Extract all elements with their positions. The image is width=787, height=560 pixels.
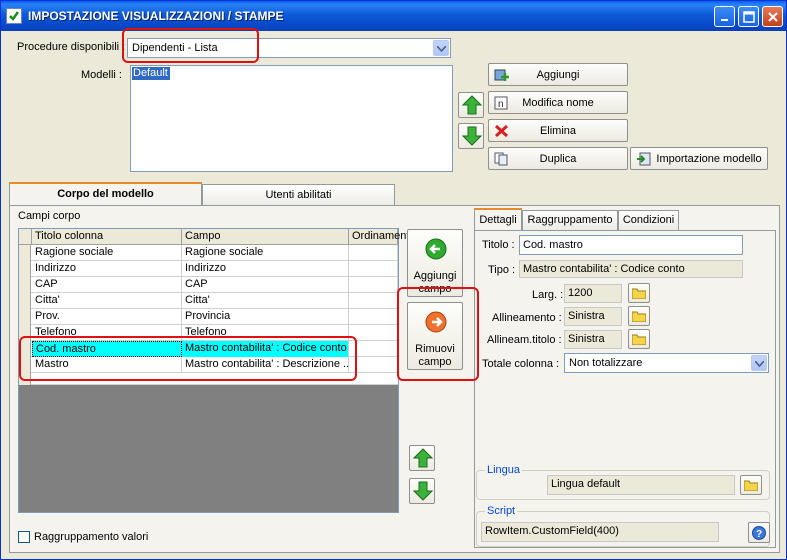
tab-corpo-modello[interactable]: Corpo del modello bbox=[9, 182, 202, 206]
column-header[interactable]: Campo bbox=[182, 229, 349, 245]
larg-button[interactable] bbox=[628, 283, 650, 303]
raggruppamento-label: Raggruppamento valori bbox=[34, 531, 149, 543]
svg-text:?: ? bbox=[756, 529, 762, 540]
arrow-down-icon bbox=[462, 126, 482, 146]
duplica-button[interactable]: Duplica bbox=[488, 147, 628, 170]
table-row[interactable]: Prov. Provincia bbox=[19, 309, 398, 325]
elimina-button[interactable]: Elimina bbox=[488, 119, 628, 142]
lingua-button[interactable] bbox=[740, 475, 762, 495]
table-row[interactable]: Indirizzo Indirizzo bbox=[19, 261, 398, 277]
field-down-button[interactable] bbox=[409, 478, 435, 504]
rimuovi-campo-button[interactable]: Rimuovi campo bbox=[407, 302, 463, 370]
minimize-button[interactable] bbox=[714, 6, 735, 27]
folder-icon bbox=[632, 311, 646, 322]
table-row-empty[interactable] bbox=[19, 373, 398, 385]
tab-dettagli[interactable]: Dettagli bbox=[474, 208, 522, 232]
arrow-left-icon bbox=[425, 238, 447, 260]
procedure-label: Procedure disponibili : bbox=[17, 41, 126, 53]
folder-icon bbox=[744, 480, 758, 491]
checkbox-icon bbox=[6, 8, 22, 24]
allineam-titolo-field: Sinistra bbox=[564, 330, 622, 349]
lingua-title: Lingua bbox=[485, 464, 523, 476]
campi-grid[interactable]: Titolo colonna Campo Ordinamento Ragione… bbox=[18, 228, 416, 513]
campi-corpo-label: Campi corpo bbox=[18, 210, 81, 222]
larg-field: 1200 bbox=[564, 284, 622, 303]
grid-corner bbox=[19, 229, 32, 245]
table-row[interactable]: Telefono Telefono bbox=[19, 325, 398, 341]
table-row[interactable]: Mastro Mastro contabilita' : Descrizione … bbox=[19, 357, 398, 373]
modelli-list[interactable]: Default bbox=[130, 65, 453, 172]
procedure-select[interactable]: Dipendenti - Lista bbox=[127, 38, 451, 58]
lingua-field: Lingua default bbox=[547, 475, 735, 495]
help-icon: ? bbox=[752, 526, 766, 540]
table-row-selected[interactable]: Cod. mastro Mastro contabilita' : Codice … bbox=[19, 341, 398, 357]
tipo-label: Tipo : bbox=[488, 264, 516, 276]
column-header[interactable]: Ordinamento bbox=[349, 229, 416, 245]
folder-icon bbox=[632, 334, 646, 345]
totale-colonna-select[interactable]: Non totalizzare bbox=[564, 353, 769, 373]
tab-condizioni[interactable]: Condizioni bbox=[618, 210, 679, 230]
move-up-button[interactable] bbox=[458, 92, 484, 118]
chevron-down-icon[interactable] bbox=[751, 355, 767, 371]
allineamento-field: Sinistra bbox=[564, 307, 622, 326]
importazione-modello-button[interactable]: Importazione modello bbox=[630, 147, 768, 170]
aggiungi-button[interactable]: Aggiungi bbox=[488, 63, 628, 86]
table-row[interactable]: Ragione sociale Ragione sociale bbox=[19, 245, 398, 261]
close-button[interactable] bbox=[762, 6, 783, 27]
titolo-input[interactable]: Cod. mastro bbox=[519, 235, 743, 255]
main-window: IMPOSTAZIONE VISUALIZZAZIONI / STAMPE Pr… bbox=[0, 0, 787, 560]
move-down-button[interactable] bbox=[458, 123, 484, 149]
arrow-right-icon bbox=[425, 311, 447, 333]
arrow-up-icon bbox=[462, 95, 482, 115]
allineamento-label: Allineamento : bbox=[492, 312, 562, 324]
arrow-up-icon bbox=[413, 448, 433, 468]
title-bar[interactable]: IMPOSTAZIONE VISUALIZZAZIONI / STAMPE bbox=[1, 1, 786, 31]
table-row[interactable]: Citta' Citta' bbox=[19, 293, 398, 309]
allineam-titolo-button[interactable] bbox=[628, 329, 650, 349]
totale-colonna-label: Totale colonna : bbox=[482, 358, 560, 370]
tab-utenti-abilitati[interactable]: Utenti abilitati bbox=[202, 184, 395, 206]
modelli-label: Modelli : bbox=[81, 69, 122, 81]
column-header[interactable]: Titolo colonna bbox=[32, 229, 182, 245]
raggruppamento-checkbox[interactable] bbox=[18, 531, 30, 543]
tab-raggruppamento[interactable]: Raggruppamento bbox=[522, 210, 618, 230]
titolo-label: Titolo : bbox=[482, 239, 515, 251]
field-up-button[interactable] bbox=[409, 445, 435, 471]
help-button[interactable]: ? bbox=[748, 522, 770, 543]
arrow-down-icon bbox=[413, 481, 433, 501]
procedure-value: Dipendenti - Lista bbox=[132, 42, 218, 54]
script-field: RowItem.CustomField(400) bbox=[481, 522, 719, 542]
modifica-nome-button[interactable]: n Modifica nome bbox=[488, 91, 628, 114]
maximize-button[interactable] bbox=[738, 6, 759, 27]
chevron-down-icon[interactable] bbox=[433, 40, 449, 56]
window-title: IMPOSTAZIONE VISUALIZZAZIONI / STAMPE bbox=[28, 9, 284, 23]
aggiungi-campo-button[interactable]: Aggiungi campo bbox=[407, 229, 463, 297]
list-item[interactable]: Default bbox=[132, 67, 170, 80]
folder-icon bbox=[632, 288, 646, 299]
allineamento-button[interactable] bbox=[628, 306, 650, 326]
larg-label: Larg. : bbox=[532, 289, 564, 301]
script-title: Script bbox=[485, 505, 518, 517]
table-row[interactable]: CAP CAP bbox=[19, 277, 398, 293]
allineam-titolo-label: Allineam.titolo : bbox=[487, 334, 562, 346]
tipo-field: Mastro contabilita' : Codice conto bbox=[519, 260, 743, 278]
